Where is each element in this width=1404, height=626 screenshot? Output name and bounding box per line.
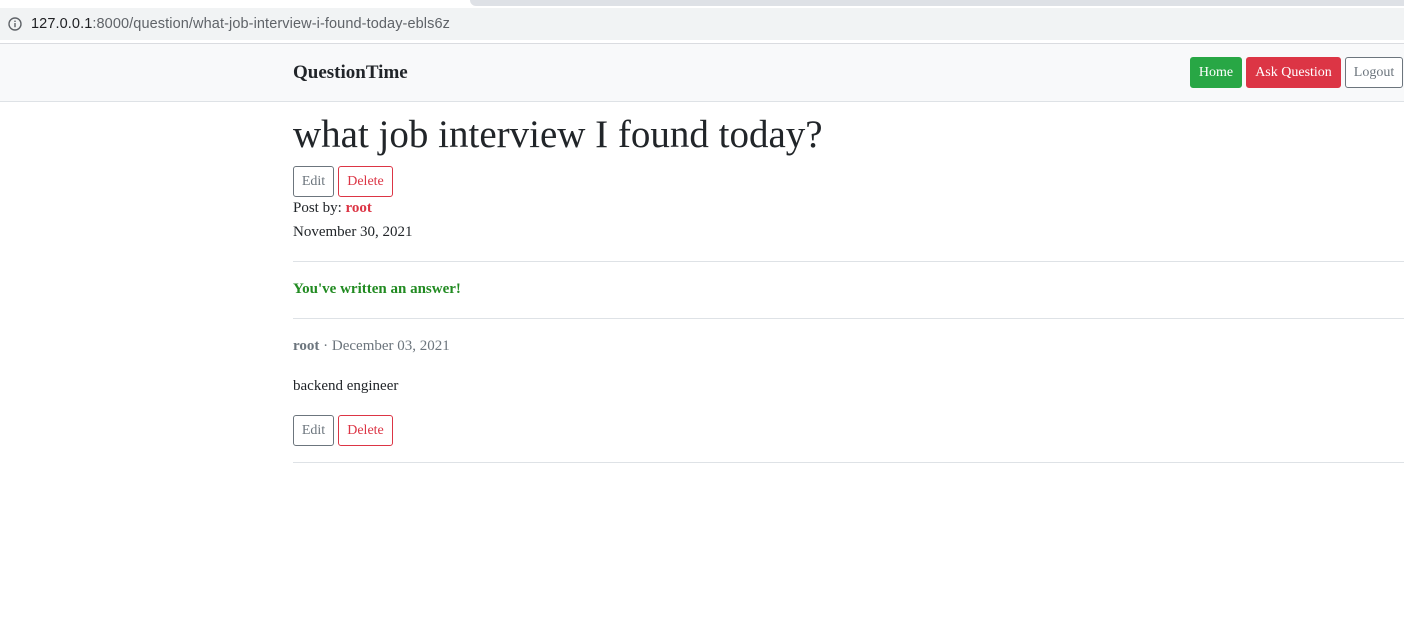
edit-question-button[interactable]: Edit <box>293 166 334 197</box>
question-title: what job interview I found today? <box>293 113 823 156</box>
url-host: 127.0.0.1 <box>31 16 93 32</box>
delete-question-button[interactable]: Delete <box>338 166 393 197</box>
post-by: Post by: root <box>293 200 372 217</box>
answer-meta: root · December 03, 2021 <box>293 338 450 355</box>
answer-author: root <box>293 338 320 354</box>
edit-answer-button[interactable]: Edit <box>293 415 334 446</box>
info-circle-icon[interactable] <box>8 17 22 31</box>
divider <box>293 318 1404 319</box>
address-bar[interactable]: 127.0.0.1:8000/question/what-job-intervi… <box>0 8 1404 40</box>
url-text[interactable]: 127.0.0.1:8000/question/what-job-intervi… <box>31 16 450 32</box>
question-author-link[interactable]: root <box>346 200 372 216</box>
ask-question-button[interactable]: Ask Question <box>1246 57 1341 88</box>
site-navbar: QuestionTime Home Ask Question Logout <box>0 44 1404 102</box>
question-date: November 30, 2021 <box>293 224 413 240</box>
delete-answer-button[interactable]: Delete <box>338 415 393 446</box>
brand-link[interactable]: QuestionTime <box>293 62 408 84</box>
answer-date: December 03, 2021 <box>331 338 450 354</box>
tab-strip <box>0 0 1404 6</box>
answer-body: backend engineer <box>293 378 399 394</box>
home-button[interactable]: Home <box>1190 57 1242 88</box>
divider <box>293 261 1404 262</box>
post-by-label: Post by: <box>293 200 342 216</box>
tab-strip-bar <box>470 0 1404 6</box>
meta-separator: · <box>323 338 329 354</box>
url-path: :8000/question/what-job-interview-i-foun… <box>92 16 450 32</box>
answered-notice: You've written an answer! <box>293 281 461 297</box>
divider <box>293 462 1404 463</box>
logout-button[interactable]: Logout <box>1345 57 1403 88</box>
